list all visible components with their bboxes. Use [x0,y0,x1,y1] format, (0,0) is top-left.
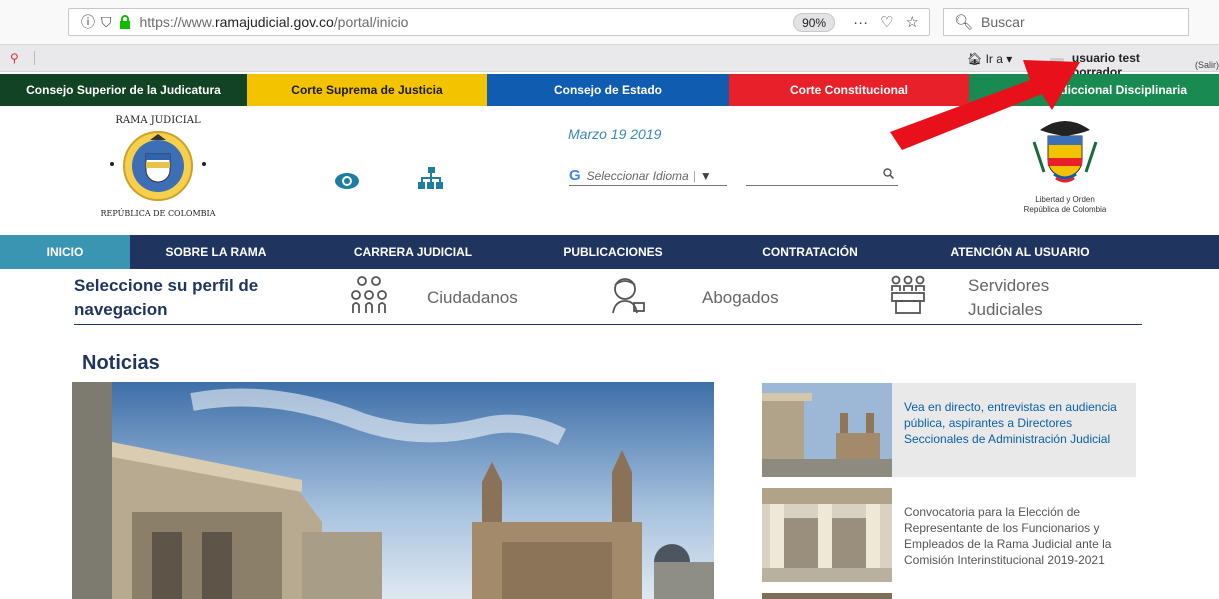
site-search-input[interactable] [746,166,898,186]
news-item[interactable]: Convocatoria para la Elección de Represe… [762,488,1136,582]
search-icon[interactable] [883,168,895,182]
red-annotation-arrow-icon [890,60,1080,150]
language-select[interactable]: G Seleccionar Idioma | ▼ [569,166,727,186]
news-heading: Noticias [82,352,160,374]
motto-line-1: Libertad y Orden [1035,195,1095,204]
rama-judicial-seal-logo[interactable]: RAMA JUDICIAL REPÚBLICA DE COLOMBIA [100,110,216,222]
lock-icon[interactable] [118,15,132,29]
nav-inicio[interactable]: INICIO [0,235,130,269]
nav-contratacion[interactable]: CONTRATACIÓN [702,235,918,269]
tracking-shield-icon[interactable]: ⛉ [101,14,112,31]
bookmark-star-icon[interactable]: ☆ [906,13,919,31]
dropdown-arrow-icon: ▼ [699,168,712,183]
profile-selector: Seleccione su perfil de navegacion Ciuda… [74,272,1142,325]
logout-link[interactable]: (Salir) [1195,60,1219,70]
news-thumbnail[interactable] [762,593,892,599]
google-g-icon: G [569,167,581,184]
info-icon[interactable]: ⓘ [81,12,95,32]
nav-sobre-la-rama[interactable]: SOBRE LA RAMA [130,235,302,269]
inst-consejo-estado[interactable]: Consejo de Estado [487,74,729,106]
inst-consejo-superior[interactable]: Consejo Superior de la Judicatura [0,74,247,106]
nav-carrera-judicial[interactable]: CARRERA JUDICIAL [302,235,524,269]
citizens-icon[interactable] [351,275,387,320]
plugin-icon[interactable]: ⚲ [10,51,19,65]
news-thumbnail[interactable] [762,488,892,582]
news-hero-image[interactable] [72,382,714,599]
address-bar[interactable]: ⓘ ⛉ https://www.ramajudicial.gov.co/port… [68,8,930,36]
url-text: https://www.ramajudicial.gov.co/portal/i… [139,14,409,30]
seal-text-bottom: REPÚBLICA DE COLOMBIA [101,209,216,218]
main-navigation: INICIO SOBRE LA RAMA CARRERA JUDICIAL PU… [0,235,1219,269]
judicial-servants-icon[interactable] [890,275,926,320]
seal-text-top: RAMA JUDICIAL [115,115,201,126]
motto-line-2: República de Colombia [1023,205,1107,214]
pocket-icon[interactable]: ♡ [880,13,893,31]
nav-publicaciones[interactable]: PUBLICACIONES [524,235,702,269]
sitemap-icon[interactable] [418,167,444,196]
news-title[interactable]: Convocatoria para la Elección de Represe… [904,504,1128,568]
profile-ciudadanos[interactable]: Ciudadanos [427,288,518,308]
current-date: Marzo 19 2019 [568,126,662,142]
divider [34,51,35,65]
browser-toolbar: ⓘ ⛉ https://www.ramajudicial.gov.co/port… [0,0,1219,44]
inst-corte-suprema[interactable]: Corte Suprema de Justicia [247,74,487,106]
zoom-badge[interactable]: 90% [793,12,836,32]
page-actions-icon[interactable]: ··· [853,14,868,31]
lawyer-icon[interactable] [607,275,647,320]
news-item[interactable]: Vea en directo, entrevistas en audiencia… [762,383,1136,477]
profile-title: Seleccione su perfil de navegacion [74,276,259,319]
news-thumbnail[interactable] [762,383,892,477]
profile-servidores-judiciales[interactable]: Servidores Judiciales [968,274,1088,322]
search-icon: 🔍︎ [954,14,974,31]
browser-search-input[interactable]: 🔍︎ Buscar [943,8,1189,36]
eye-icon[interactable] [334,172,360,195]
news-title[interactable]: Vea en directo, entrevistas en audiencia… [904,399,1128,447]
profile-abogados[interactable]: Abogados [702,288,779,308]
nav-atencion-usuario[interactable]: ATENCIÓN AL USUARIO [918,235,1122,269]
